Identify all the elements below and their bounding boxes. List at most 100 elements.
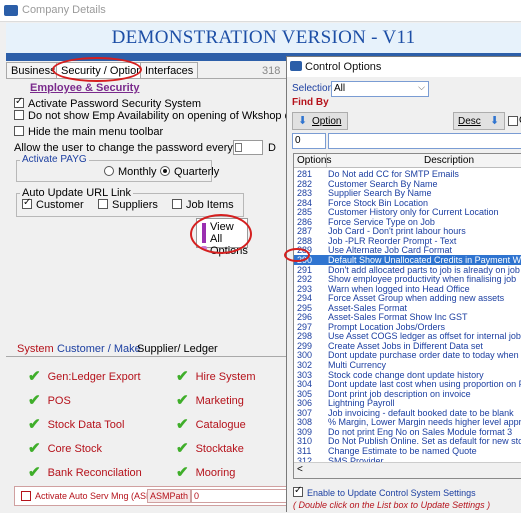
option-description: Prompt Location Jobs/Orders	[328, 321, 446, 332]
module-hire-system[interactable]: ✔ Hire System	[176, 367, 255, 385]
option-button-label: Option	[312, 116, 342, 127]
radio-icon[interactable]	[104, 166, 114, 176]
module-label: Bank Reconcilation	[47, 467, 142, 479]
option-number: 295	[297, 302, 313, 313]
payg-legend: Activate PAYG	[20, 154, 89, 165]
checkbox-icon[interactable]	[293, 485, 303, 497]
checkbox-icon[interactable]	[14, 126, 24, 136]
option-description: Customer History only for Current Locati…	[328, 207, 499, 218]
tab-system[interactable]: System	[14, 342, 57, 356]
check-mark-icon: ✔	[28, 440, 41, 457]
description-search-input[interactable]	[328, 133, 521, 149]
option-number: 311	[297, 445, 312, 456]
scroll-left-icon[interactable]: <	[297, 464, 303, 475]
option-number: 302	[297, 360, 313, 370]
option-number: 297	[297, 321, 313, 332]
horizontal-scrollbar[interactable]: <	[294, 462, 521, 478]
option-description: Do Not add CC for SMTP Emails	[328, 169, 459, 179]
asm-path-label: ASMPath	[147, 489, 192, 503]
check-activate-password[interactable]: Activate Password Security System	[14, 96, 202, 110]
module-label: Catalogue	[195, 419, 246, 431]
check-job-items[interactable]: Job Items	[172, 199, 234, 211]
module-label: Mooring	[195, 467, 236, 479]
system-tab-divider	[6, 356, 296, 357]
module-bank-reconcilation[interactable]: ✔ Bank Reconcilation	[28, 463, 142, 481]
view-all-line2: Options	[210, 245, 248, 257]
check-customer[interactable]: Customer	[22, 197, 84, 211]
check-label: Customer	[36, 199, 84, 211]
check-suppliers[interactable]: Suppliers	[98, 199, 158, 211]
view-all-line1: View All	[210, 221, 234, 245]
tab-interfaces[interactable]: Interfaces	[140, 62, 199, 79]
desc-sort-button[interactable]: Desc ⬇	[453, 112, 505, 130]
view-all-options-button[interactable]: View All Options	[196, 218, 248, 257]
module-stocktake[interactable]: ✔ Stocktake	[176, 439, 244, 457]
option-search-input[interactable]: 0	[292, 133, 326, 149]
option-number: 309	[297, 426, 313, 437]
option-number: 306	[297, 398, 313, 409]
options-list[interactable]: Options Description 281 Do Not add CC for…	[293, 153, 521, 479]
checkbox-icon[interactable]	[22, 197, 32, 209]
enable-update-check[interactable]: Enable to Update Control System Settings	[293, 485, 476, 498]
checkbox-icon[interactable]	[98, 199, 108, 209]
option-description: Don't add allocated parts to job is alre…	[328, 264, 520, 275]
extra-checkbox[interactable]	[508, 116, 518, 126]
module-mooring[interactable]: ✔ Mooring	[176, 463, 235, 481]
module-core-stock[interactable]: ✔ Core Stock	[28, 439, 102, 457]
check-mark-icon: ✔	[28, 368, 41, 385]
option-description: Dont update purchase order date to today…	[328, 350, 521, 361]
asm-path-input[interactable]: 0	[191, 489, 295, 503]
tab-customer-make[interactable]: Customer / Make	[54, 342, 144, 356]
checkbox-icon[interactable]	[172, 199, 182, 209]
selection-dropdown[interactable]: All ⌵	[331, 81, 429, 97]
option-description: Dont update last cost when using proport…	[328, 379, 521, 390]
tab-security-options[interactable]: Security / Options	[56, 62, 153, 79]
demo-banner-text: DEMONSTRATION VERSION - V11	[111, 27, 416, 48]
asm-checkbox[interactable]	[21, 491, 31, 501]
option-number: 304	[297, 379, 313, 390]
password-change-label: Allow the user to change the password ev…	[14, 142, 233, 154]
check-label: Do not show Emp Availability on opening …	[28, 110, 286, 122]
check-hide-toolbar[interactable]: Hide the main menu toolbar	[14, 126, 163, 138]
module-gen-ledger-export[interactable]: ✔ Gen:Ledger Export	[28, 367, 141, 385]
tab-business[interactable]: Business	[6, 62, 61, 79]
chevron-down-icon[interactable]: ⌵	[418, 82, 425, 93]
option-sort-button[interactable]: ⬇ Option	[292, 112, 348, 130]
check-mark-icon: ✔	[28, 392, 41, 409]
option-description: Dont print job description on invoice	[328, 388, 471, 399]
check-label: Activate Password Security System	[28, 98, 202, 110]
radio-label: Quarterly	[174, 166, 220, 178]
check-hide-emp-availability[interactable]: Do not show Emp Availability on opening …	[14, 110, 286, 122]
option-description: Force Stock Bin Location	[328, 197, 429, 208]
option-number: 285	[297, 207, 313, 218]
main-window-titlebar: Company Details	[0, 0, 521, 22]
module-stock-data-tool[interactable]: ✔ Stock Data Tool	[28, 415, 124, 433]
password-days-stepper[interactable]	[233, 140, 263, 155]
radio-quarterly[interactable]: Quarterly	[160, 166, 219, 178]
option-description: Stock code change dont update history	[328, 369, 484, 380]
module-label: Marketing	[195, 395, 244, 407]
option-number: 294	[297, 293, 313, 304]
checkbox-icon[interactable]	[14, 110, 24, 120]
module-catalogue[interactable]: ✔ Catalogue	[176, 415, 246, 433]
radio-icon[interactable]	[160, 166, 170, 176]
module-label: Stocktake	[195, 443, 244, 455]
option-number: 305	[297, 388, 313, 399]
module-pos[interactable]: ✔ POS	[28, 391, 71, 409]
checkbox-icon[interactable]	[14, 96, 24, 108]
control-options-title: Control Options	[305, 61, 382, 73]
option-number: 299	[297, 340, 313, 351]
arrow-down-icon: ⬇	[298, 115, 308, 127]
option-description: Job -PLR Reorder Prompt - Text	[328, 235, 457, 246]
check-mark-icon: ✔	[176, 416, 189, 433]
option-description: Job Card - Don't print labour hours	[328, 226, 466, 237]
check-mark-icon: ✔	[28, 416, 41, 433]
password-days-suffix: D	[268, 142, 276, 154]
radio-monthly[interactable]: Monthly	[104, 166, 157, 178]
check-mark-icon: ✔	[176, 368, 189, 385]
tab-supplier-ledger[interactable]: Supplier/ Ledger	[134, 342, 221, 356]
stepper-arrows-icon[interactable]	[235, 143, 242, 152]
module-marketing[interactable]: ✔ Marketing	[176, 391, 244, 409]
option-description: Force Asset Group when adding new assets	[328, 293, 505, 304]
col-description-header[interactable]: Description	[424, 155, 474, 166]
